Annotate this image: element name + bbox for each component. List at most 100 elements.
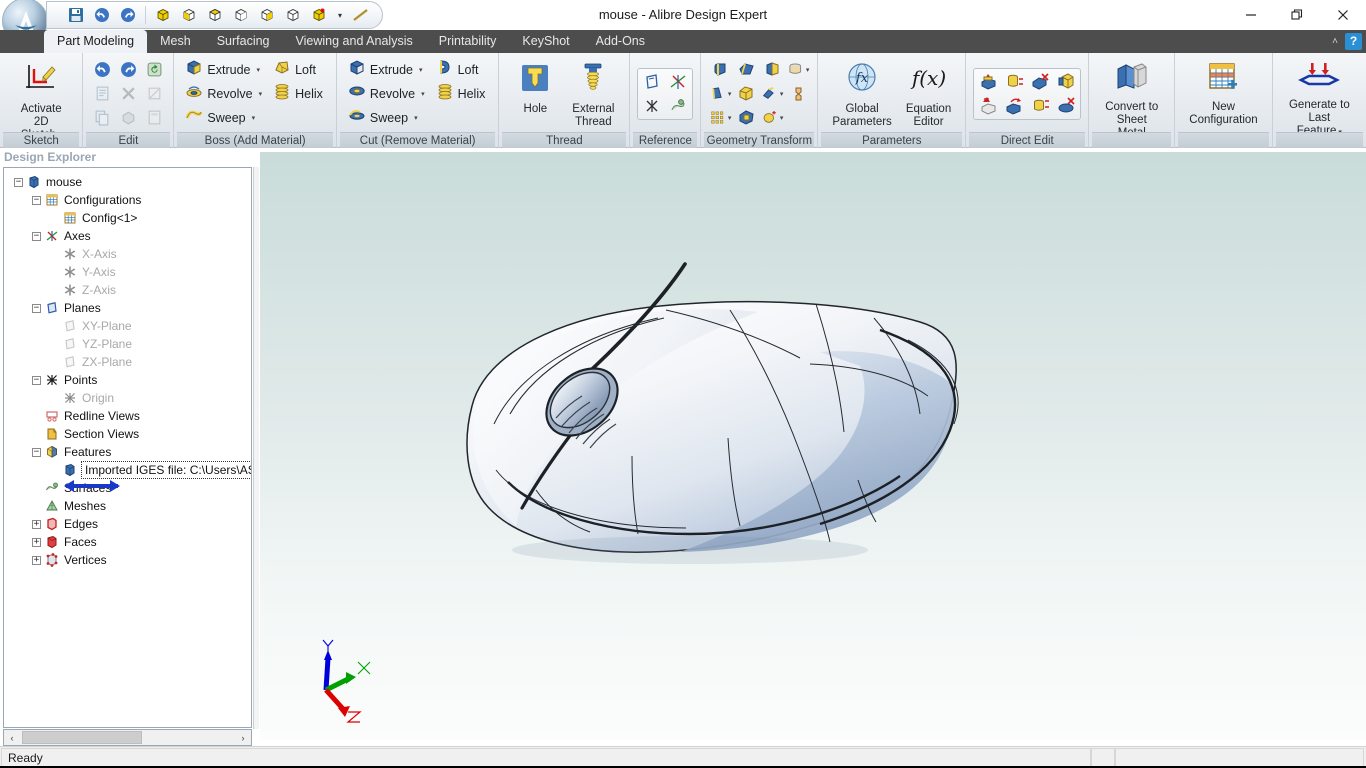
- hscroll-track[interactable]: [20, 730, 235, 745]
- draft-icon[interactable]: ▾: [708, 83, 732, 105]
- material-icon[interactable]: ▾: [786, 59, 810, 81]
- computer-mouse-3d-model[interactable]: [260, 152, 1366, 740]
- tree-item-points[interactable]: − Points: [4, 371, 251, 389]
- qat-dropdown-icon[interactable]: ▾: [334, 4, 346, 26]
- view-back-icon[interactable]: [282, 4, 304, 26]
- design-explorer-vscrollbar[interactable]: [253, 167, 259, 729]
- reference-axis-icon[interactable]: [666, 71, 690, 93]
- offset-icon[interactable]: [734, 107, 758, 129]
- collapse-toggle-icon[interactable]: −: [32, 231, 41, 241]
- line-tool-icon[interactable]: [350, 4, 372, 26]
- activate-2d-sketch-button[interactable]: Activate 2D Sketch▾: [7, 57, 75, 141]
- mirror-icon[interactable]: ▾: [760, 83, 784, 105]
- chevron-down-icon[interactable]: ▾: [257, 66, 261, 74]
- equation-editor-button[interactable]: f(x) Equation Editor: [899, 57, 958, 131]
- hole-button[interactable]: Hole: [506, 57, 564, 131]
- 3d-viewport[interactable]: Full-screen Snip: [260, 152, 1366, 740]
- direct-resize-icon[interactable]: [1002, 71, 1026, 93]
- design-explorer-hscrollbar[interactable]: ‹ ›: [3, 729, 252, 746]
- scroll-right-icon[interactable]: ›: [235, 730, 251, 745]
- collapse-toggle-icon[interactable]: −: [32, 375, 41, 385]
- extrude-boss-button[interactable]: Extrude ▾: [181, 58, 268, 81]
- tree-item-faces[interactable]: + Faces: [4, 533, 251, 551]
- sweep-cut-button[interactable]: Sweep ▾: [344, 106, 431, 129]
- chevron-down-icon[interactable]: ▾: [252, 114, 256, 122]
- tree-item-edges[interactable]: + Edges: [4, 515, 251, 533]
- tree-item-redline-views[interactable]: Redline Views: [4, 407, 251, 425]
- redo-icon[interactable]: [116, 59, 140, 81]
- expand-toggle-icon[interactable]: +: [32, 555, 41, 565]
- collapse-toggle-icon[interactable]: −: [32, 303, 41, 313]
- reference-point-icon[interactable]: [640, 95, 664, 117]
- save-icon[interactable]: [65, 4, 87, 26]
- refresh-icon[interactable]: [142, 59, 166, 81]
- view-top-icon[interactable]: [204, 4, 226, 26]
- tree-item-x-axis[interactable]: X-Axis: [4, 245, 251, 263]
- view-front-icon[interactable]: [178, 4, 200, 26]
- chevron-down-icon[interactable]: ▾: [421, 90, 425, 98]
- edit-properties-icon[interactable]: [90, 83, 114, 105]
- design-explorer-panel[interactable]: − mouse − Configurations Config<1> − Axes X-Axi…: [3, 167, 252, 728]
- external-thread-button[interactable]: External Thread: [564, 57, 622, 131]
- tab-printability[interactable]: Printability: [426, 30, 510, 53]
- pattern-grid-icon[interactable]: ▾: [708, 107, 732, 129]
- boolean-icon[interactable]: [734, 83, 758, 105]
- tree-item-planes[interactable]: − Planes: [4, 299, 251, 317]
- tree-item-meshes[interactable]: Meshes: [4, 497, 251, 515]
- undo-icon[interactable]: [91, 4, 113, 26]
- revolve-cut-button[interactable]: Revolve ▾: [344, 82, 431, 105]
- direct-move-face-icon[interactable]: [976, 71, 1000, 93]
- extrude-cut-button[interactable]: Extrude ▾: [344, 58, 431, 81]
- pattern-icon[interactable]: [116, 107, 140, 129]
- view-right-icon[interactable]: [230, 4, 252, 26]
- new-configuration-button[interactable]: New Configuration: [1182, 57, 1264, 131]
- collapse-toggle-icon[interactable]: −: [32, 447, 41, 457]
- tree-item-yz-plane[interactable]: YZ-Plane: [4, 335, 251, 353]
- direct-replace-icon[interactable]: [1054, 71, 1078, 93]
- tree-item-xy-plane[interactable]: XY-Plane: [4, 317, 251, 335]
- helix-boss-button[interactable]: Helix: [269, 82, 329, 105]
- help-button[interactable]: ?: [1345, 33, 1362, 50]
- tree-item-section-views[interactable]: Section Views: [4, 425, 251, 443]
- tree-item-z-axis[interactable]: Z-Axis: [4, 281, 251, 299]
- revolve-boss-button[interactable]: Revolve ▾: [181, 82, 268, 105]
- scale-icon[interactable]: ▾: [760, 107, 784, 129]
- loft-cut-button[interactable]: Loft: [432, 58, 492, 81]
- generate-last-feature-button[interactable]: Generate to Last Feature▾: [1280, 57, 1359, 137]
- close-button[interactable]: [1320, 0, 1366, 30]
- tree-item-axes[interactable]: − Axes: [4, 227, 251, 245]
- hscroll-thumb[interactable]: [22, 731, 142, 744]
- direct-rotate-icon[interactable]: [1002, 95, 1026, 117]
- copy-icon[interactable]: [90, 107, 114, 129]
- view-named-icon[interactable]: [308, 4, 330, 26]
- expand-toggle-icon[interactable]: +: [32, 519, 41, 529]
- rollback-bar[interactable]: [60, 479, 124, 493]
- direct-remove-icon[interactable]: [1054, 95, 1078, 117]
- redo-icon[interactable]: [117, 4, 139, 26]
- tree-item-surfaces[interactable]: Surfaces: [4, 479, 251, 497]
- global-parameters-button[interactable]: fx Global Parameters: [825, 57, 898, 131]
- tree-item-mouse[interactable]: − mouse: [4, 173, 251, 191]
- tree-item-configurations[interactable]: − Configurations: [4, 191, 251, 209]
- edit-line-icon[interactable]: [142, 83, 166, 105]
- restore-button[interactable]: [1274, 0, 1320, 30]
- delete-icon[interactable]: [116, 83, 140, 105]
- tab-viewing-and-analysis[interactable]: Viewing and Analysis: [283, 30, 426, 53]
- chevron-down-icon[interactable]: ▾: [259, 90, 263, 98]
- convert-sheet-metal-button[interactable]: Convert to Sheet Metal: [1096, 57, 1167, 139]
- tab-add-ons[interactable]: Add-Ons: [583, 30, 658, 53]
- shell-icon[interactable]: [760, 59, 784, 81]
- tree-item-vertices[interactable]: + Vertices: [4, 551, 251, 569]
- scroll-left-icon[interactable]: ‹: [4, 730, 20, 745]
- helix-cut-button[interactable]: Helix: [432, 82, 492, 105]
- tree-item-imported-iges-file-c-users-ask[interactable]: Imported IGES file: C:\Users\ASK: [4, 461, 251, 479]
- tree-item-features[interactable]: − Features: [4, 443, 251, 461]
- minimize-button[interactable]: [1228, 0, 1274, 30]
- chevron-up-icon[interactable]: ˄: [1332, 36, 1338, 47]
- tab-surfacing[interactable]: Surfacing: [204, 30, 283, 53]
- reference-plane-icon[interactable]: [640, 71, 664, 93]
- view-left-icon[interactable]: [256, 4, 278, 26]
- view-isometric-icon[interactable]: [152, 4, 174, 26]
- collapse-toggle-icon[interactable]: −: [14, 177, 23, 187]
- chevron-down-icon[interactable]: ▾: [414, 114, 418, 122]
